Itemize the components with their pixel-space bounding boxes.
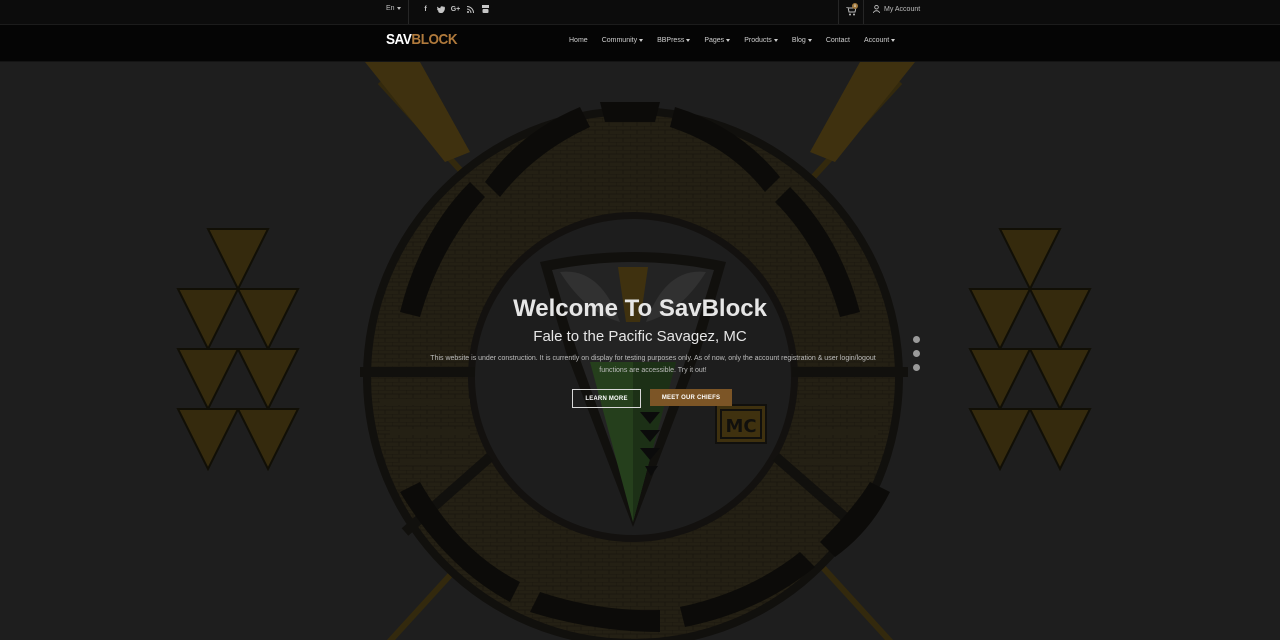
meet-our-chiefs-button[interactable]: MEET OUR CHIEFS <box>650 389 732 406</box>
divider <box>408 0 409 24</box>
nav-label: Contact <box>825 37 850 44</box>
nav-item-blog[interactable]: Blog <box>792 37 812 44</box>
user-icon <box>873 5 880 13</box>
twitter-icon[interactable] <box>435 3 446 15</box>
rss-icon[interactable] <box>465 3 476 15</box>
nav-item-pages[interactable]: Pages <box>704 37 731 44</box>
nav-label: Account <box>863 37 890 44</box>
nav-item-account[interactable]: Account <box>863 37 896 44</box>
slide-dot[interactable] <box>913 364 920 371</box>
my-account-label: My Account <box>884 5 921 13</box>
caret-down-icon <box>807 39 812 42</box>
logo-part-2: BLOCK <box>411 31 458 48</box>
divider <box>863 0 864 24</box>
learn-more-button[interactable]: LEARN MORE <box>572 389 641 408</box>
hero-slider: MC <box>0 62 1280 640</box>
nav-item-bbpress[interactable]: BBPress <box>657 37 691 44</box>
facebook-icon[interactable]: f <box>420 3 431 15</box>
cart-button[interactable]: 0 <box>845 3 859 17</box>
hero-subtitle: Fale to the Pacific Savagez, MC <box>533 328 747 345</box>
logo-part-1: SAV <box>386 31 412 48</box>
nav-label: Products <box>744 37 772 44</box>
caret-down-icon <box>891 39 896 42</box>
hero-description: This website is under construction. It i… <box>430 355 876 374</box>
nav-label: BBPress <box>657 37 685 44</box>
social-links: f G+ <box>420 3 491 15</box>
caret-down-icon <box>773 39 778 42</box>
language-label: En <box>386 5 395 12</box>
main-menu: Home Community BBPress Pages Products Bl… <box>569 37 909 44</box>
my-account-link[interactable]: My Account <box>873 5 920 13</box>
divider <box>838 0 839 24</box>
hero-title: Welcome To SavBlock <box>513 295 767 322</box>
nav-label: Community <box>601 37 638 44</box>
nav-label: Blog <box>791 37 806 44</box>
caret-down-icon <box>396 6 401 10</box>
nav-label: Home <box>569 37 588 44</box>
nav-item-contact[interactable]: Contact <box>826 37 850 44</box>
club-emblem-background: MC <box>0 62 1280 640</box>
top-bar: En f G+ 0 My Account <box>0 0 1280 25</box>
caret-down-icon <box>686 39 691 42</box>
cart-count-badge: 0 <box>852 3 858 9</box>
caret-down-icon <box>726 39 731 42</box>
nav-item-products[interactable]: Products <box>744 37 778 44</box>
nav-item-home[interactable]: Home <box>569 37 588 44</box>
slide-dot[interactable] <box>913 350 920 357</box>
nav-label: Pages <box>704 37 725 44</box>
caret-down-icon <box>639 39 644 42</box>
language-selector[interactable]: En <box>386 5 401 12</box>
google-plus-icon[interactable]: G+ <box>450 3 461 15</box>
site-logo[interactable]: SAVBLOCK <box>386 31 458 48</box>
nav-item-community[interactable]: Community <box>601 37 644 44</box>
youtube-icon[interactable] <box>480 3 491 15</box>
